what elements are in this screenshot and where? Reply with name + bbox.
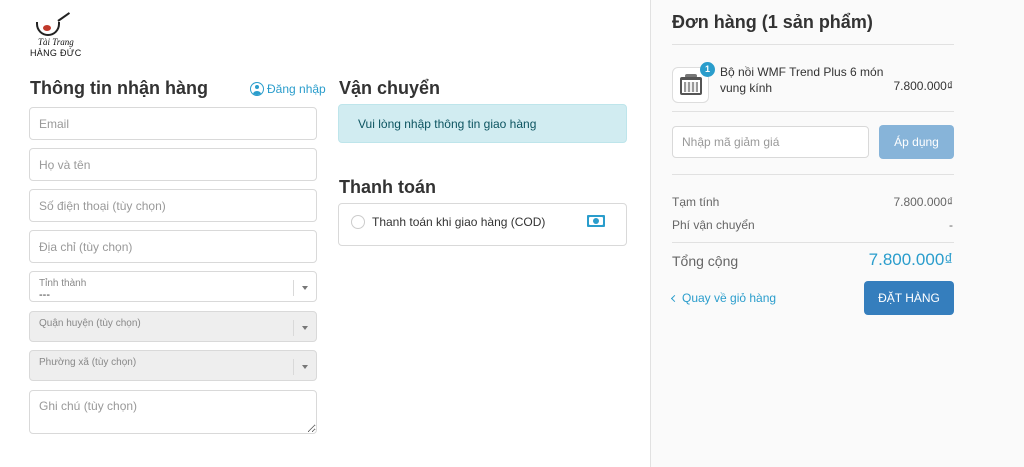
chevron-down-icon	[302, 365, 308, 369]
brand-name-script: Tài Trang	[38, 37, 74, 47]
order-summary-pane: Đơn hàng (1 sản phẩm) 1 Bộ nồi WMF Trend…	[650, 0, 1024, 467]
chevron-left-icon	[670, 294, 679, 302]
address-input[interactable]	[30, 231, 316, 262]
customer-info-title: Thông tin nhận hàng	[30, 78, 208, 98]
email-field-wrapper	[29, 107, 317, 140]
phone-input[interactable]	[30, 190, 316, 221]
divider	[672, 44, 954, 45]
back-to-cart-label: Quay về giỏ hàng	[682, 291, 777, 305]
shipping-fee-label: Phí vận chuyển	[672, 218, 755, 232]
payment-method-label: Thanh toán khi giao hàng (COD)	[372, 215, 546, 229]
login-link[interactable]: Đăng nhập	[250, 82, 326, 96]
discount-code-input[interactable]	[673, 127, 868, 157]
shipping-fee-value: -	[949, 218, 953, 232]
select-divider	[293, 359, 294, 375]
select-divider	[293, 320, 294, 336]
phone-field-wrapper	[29, 189, 317, 222]
product-name: Bộ nồi WMF Trend Plus 6 món vung kính	[720, 65, 884, 95]
login-label: Đăng nhập	[267, 82, 326, 96]
note-textarea[interactable]	[30, 391, 316, 433]
apply-discount-button[interactable]: Áp dụng	[879, 125, 954, 159]
payment-radio[interactable]	[351, 215, 365, 229]
divider	[672, 111, 954, 112]
divider	[672, 174, 954, 175]
brand-name-caption: HÀNG ĐỨC	[30, 48, 82, 58]
payment-method-cod[interactable]: Thanh toán khi giao hàng (COD)	[338, 203, 627, 246]
subtotal-label: Tạm tính	[672, 195, 720, 209]
address-field-wrapper	[29, 230, 317, 263]
checkout-form-pane: Tài Trang HÀNG ĐỨC Thông tin nhận hàng Đ…	[0, 0, 650, 467]
pot-stack-shape	[684, 82, 698, 92]
brand-logo[interactable]: Tài Trang HÀNG ĐỨC	[30, 12, 90, 60]
discount-field-wrapper	[672, 126, 869, 158]
ward-select-label: Phường xã (tùy chọn)	[39, 357, 137, 368]
user-icon	[250, 82, 264, 96]
chevron-down-icon	[302, 326, 308, 330]
email-input[interactable]	[30, 108, 316, 139]
pan-dot-shape	[43, 25, 51, 31]
ward-select[interactable]: Phường xã (tùy chọn)	[29, 350, 317, 381]
shipping-info-alert: Vui lòng nhập thông tin giao hàng	[338, 104, 627, 143]
pan-handle-shape	[57, 12, 71, 22]
chevron-down-icon	[302, 286, 308, 290]
place-order-button[interactable]: ĐẶT HÀNG	[864, 281, 954, 315]
order-summary-title: Đơn hàng (1 sản phẩm)	[672, 12, 873, 32]
province-select-label: Tỉnh thành	[39, 278, 87, 289]
province-select[interactable]: Tỉnh thành ---	[29, 271, 317, 302]
product-price: 7.800.000₫	[893, 79, 953, 93]
divider	[672, 242, 954, 243]
total-value: 7.800.000₫	[868, 250, 953, 269]
subtotal-value: 7.800.000₫	[893, 195, 953, 209]
district-select-label: Quận huyện (tùy chọn)	[39, 318, 141, 329]
district-select[interactable]: Quận huyện (tùy chọn)	[29, 311, 317, 342]
note-field-wrapper	[29, 390, 317, 434]
cash-icon	[587, 215, 605, 227]
back-to-cart-link[interactable]: Quay về giỏ hàng	[670, 291, 777, 305]
quantity-badge: 1	[700, 62, 715, 77]
select-divider	[293, 280, 294, 296]
full-name-input[interactable]	[30, 149, 316, 180]
province-select-value: ---	[39, 289, 50, 301]
name-field-wrapper	[29, 148, 317, 181]
payment-title: Thanh toán	[339, 177, 436, 197]
shipping-title: Vận chuyển	[339, 78, 441, 98]
total-label: Tổng cộng	[672, 253, 739, 269]
